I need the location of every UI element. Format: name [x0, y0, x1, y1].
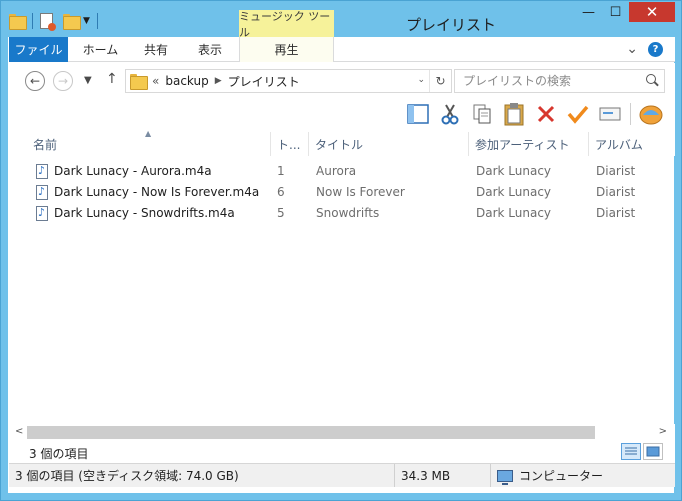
- status-location: コンピューター: [491, 464, 675, 487]
- breadcrumb-backup[interactable]: backup: [165, 74, 208, 88]
- refresh-icon[interactable]: ↻: [429, 70, 451, 92]
- paste-icon[interactable]: [502, 102, 526, 126]
- qat-dropdown-icon[interactable]: ▼: [83, 16, 90, 26]
- rename-icon[interactable]: [598, 102, 622, 126]
- tab-view[interactable]: 表示: [185, 37, 235, 62]
- column-headers: ▲ 名前 ト... タイトル 参加アーティスト アルバム: [9, 129, 675, 156]
- quick-access-toolbar: ▼: [9, 11, 101, 31]
- copy-icon[interactable]: [470, 102, 494, 126]
- search-box: [454, 69, 665, 93]
- file-title: Aurora: [316, 164, 357, 178]
- audio-file-icon: [36, 185, 48, 200]
- file-artist: Dark Lunacy: [476, 164, 552, 178]
- file-row[interactable]: Dark Lunacy - Now Is Forever.m4a 6 Now I…: [9, 182, 675, 203]
- column-artist[interactable]: 参加アーティスト: [469, 132, 589, 156]
- qat-separator: [96, 13, 98, 29]
- view-toggle: [621, 443, 663, 460]
- ribbon-controls: ⌄ ?: [626, 41, 663, 57]
- file-album: Diarist: [596, 206, 636, 220]
- audio-file-icon: [36, 164, 48, 179]
- scrollbar-thumb[interactable]: [27, 426, 595, 439]
- minimize-button[interactable]: —: [575, 2, 602, 22]
- tab-file[interactable]: ファイル: [9, 37, 68, 62]
- file-track: 6: [277, 185, 285, 199]
- large-icons-view-icon[interactable]: [643, 443, 663, 460]
- tab-home[interactable]: ホーム: [73, 37, 128, 62]
- up-arrow-icon[interactable]: ↑: [106, 71, 118, 87]
- cut-icon[interactable]: [438, 102, 462, 126]
- file-title: Now Is Forever: [316, 185, 405, 199]
- file-row[interactable]: Dark Lunacy - Aurora.m4a 1 Aurora Dark L…: [9, 161, 675, 182]
- chevron-down-icon[interactable]: ⌄: [626, 41, 638, 57]
- column-name[interactable]: 名前: [27, 132, 271, 156]
- file-track: 1: [277, 164, 285, 178]
- close-button[interactable]: ✕: [629, 2, 675, 22]
- column-title[interactable]: タイトル: [309, 132, 469, 156]
- navigation-bar: ← → ▼ ↑ « backup ▶ プレイリスト ⌄ ↻: [9, 63, 675, 99]
- tab-share[interactable]: 共有: [131, 37, 181, 62]
- file-album: Diarist: [596, 185, 636, 199]
- tab-play[interactable]: 再生: [239, 37, 334, 62]
- title-bar: ▼ ミュージック ツール プレイリスト — ☐ ✕: [1, 1, 681, 39]
- qat-separator: [32, 13, 33, 29]
- back-button[interactable]: ←: [25, 71, 45, 91]
- scroll-left-icon[interactable]: <: [15, 426, 23, 437]
- ribbon-tabs: ファイル ホーム 共有 表示 再生 ⌄ ?: [9, 37, 675, 62]
- file-album: Diarist: [596, 164, 636, 178]
- column-track[interactable]: ト...: [271, 132, 309, 156]
- file-track: 5: [277, 206, 285, 220]
- caption-buttons: — ☐ ✕: [575, 2, 675, 22]
- window-title: プレイリスト: [405, 16, 496, 34]
- forward-button[interactable]: →: [53, 71, 73, 91]
- folder-icon: [130, 74, 148, 90]
- explorer-window: ▼ ミュージック ツール プレイリスト — ☐ ✕ ファイル ホーム 共有 表示…: [0, 0, 682, 501]
- file-row[interactable]: Dark Lunacy - Snowdrifts.m4a 5 Snowdrift…: [9, 203, 675, 224]
- file-name: Dark Lunacy - Aurora.m4a: [54, 164, 212, 178]
- file-name: Dark Lunacy - Now Is Forever.m4a: [54, 185, 260, 199]
- pane-status: 3 個の項目: [9, 441, 675, 463]
- recent-dropdown-icon[interactable]: ▼: [84, 75, 92, 86]
- file-name: Dark Lunacy - Snowdrifts.m4a: [54, 206, 235, 220]
- address-overflow[interactable]: «: [152, 74, 159, 88]
- location-label: コンピューター: [519, 469, 604, 483]
- file-title: Snowdrifts: [316, 206, 380, 220]
- file-list: Dark Lunacy - Aurora.m4a 1 Aurora Dark L…: [9, 161, 675, 224]
- checkmark-icon[interactable]: [566, 102, 590, 126]
- breadcrumb-separator-icon[interactable]: ▶: [215, 76, 222, 86]
- status-bar: 3 個の項目 (空きディスク領域: 74.0 GB) 34.3 MB コンピュー…: [9, 463, 675, 487]
- help-icon[interactable]: ?: [648, 41, 663, 57]
- layout-pane-icon[interactable]: [406, 102, 430, 126]
- search-icon[interactable]: [646, 74, 656, 84]
- shell-icon[interactable]: [639, 102, 663, 126]
- address-dropdown-icon[interactable]: ⌄: [417, 75, 425, 85]
- command-toolbar: [9, 99, 675, 132]
- toolbar-separator: [630, 103, 631, 125]
- new-folder-icon[interactable]: [63, 14, 81, 30]
- context-tab-header: ミュージック ツール: [239, 10, 334, 39]
- properties-icon[interactable]: [40, 13, 56, 31]
- audio-file-icon: [36, 206, 48, 221]
- status-selection: 3 個の項目 (空きディスク領域: 74.0 GB): [9, 464, 395, 487]
- file-artist: Dark Lunacy: [476, 206, 552, 220]
- toolbar-icons: [406, 102, 663, 126]
- folder-icon[interactable]: [9, 14, 27, 30]
- address-bar[interactable]: « backup ▶ プレイリスト ⌄ ↻: [125, 69, 452, 93]
- column-album[interactable]: アルバム: [589, 132, 675, 156]
- computer-icon: [497, 469, 513, 485]
- item-count: 3 個の項目: [29, 447, 89, 461]
- status-size: 34.3 MB: [395, 464, 491, 487]
- delete-icon[interactable]: [534, 102, 558, 126]
- file-artist: Dark Lunacy: [476, 185, 552, 199]
- horizontal-scrollbar[interactable]: < >: [9, 424, 675, 441]
- breadcrumb-playlist[interactable]: プレイリスト: [228, 73, 300, 90]
- maximize-button[interactable]: ☐: [602, 2, 629, 22]
- scroll-right-icon[interactable]: >: [659, 426, 667, 437]
- details-view-icon[interactable]: [621, 443, 641, 460]
- search-input[interactable]: [463, 74, 638, 88]
